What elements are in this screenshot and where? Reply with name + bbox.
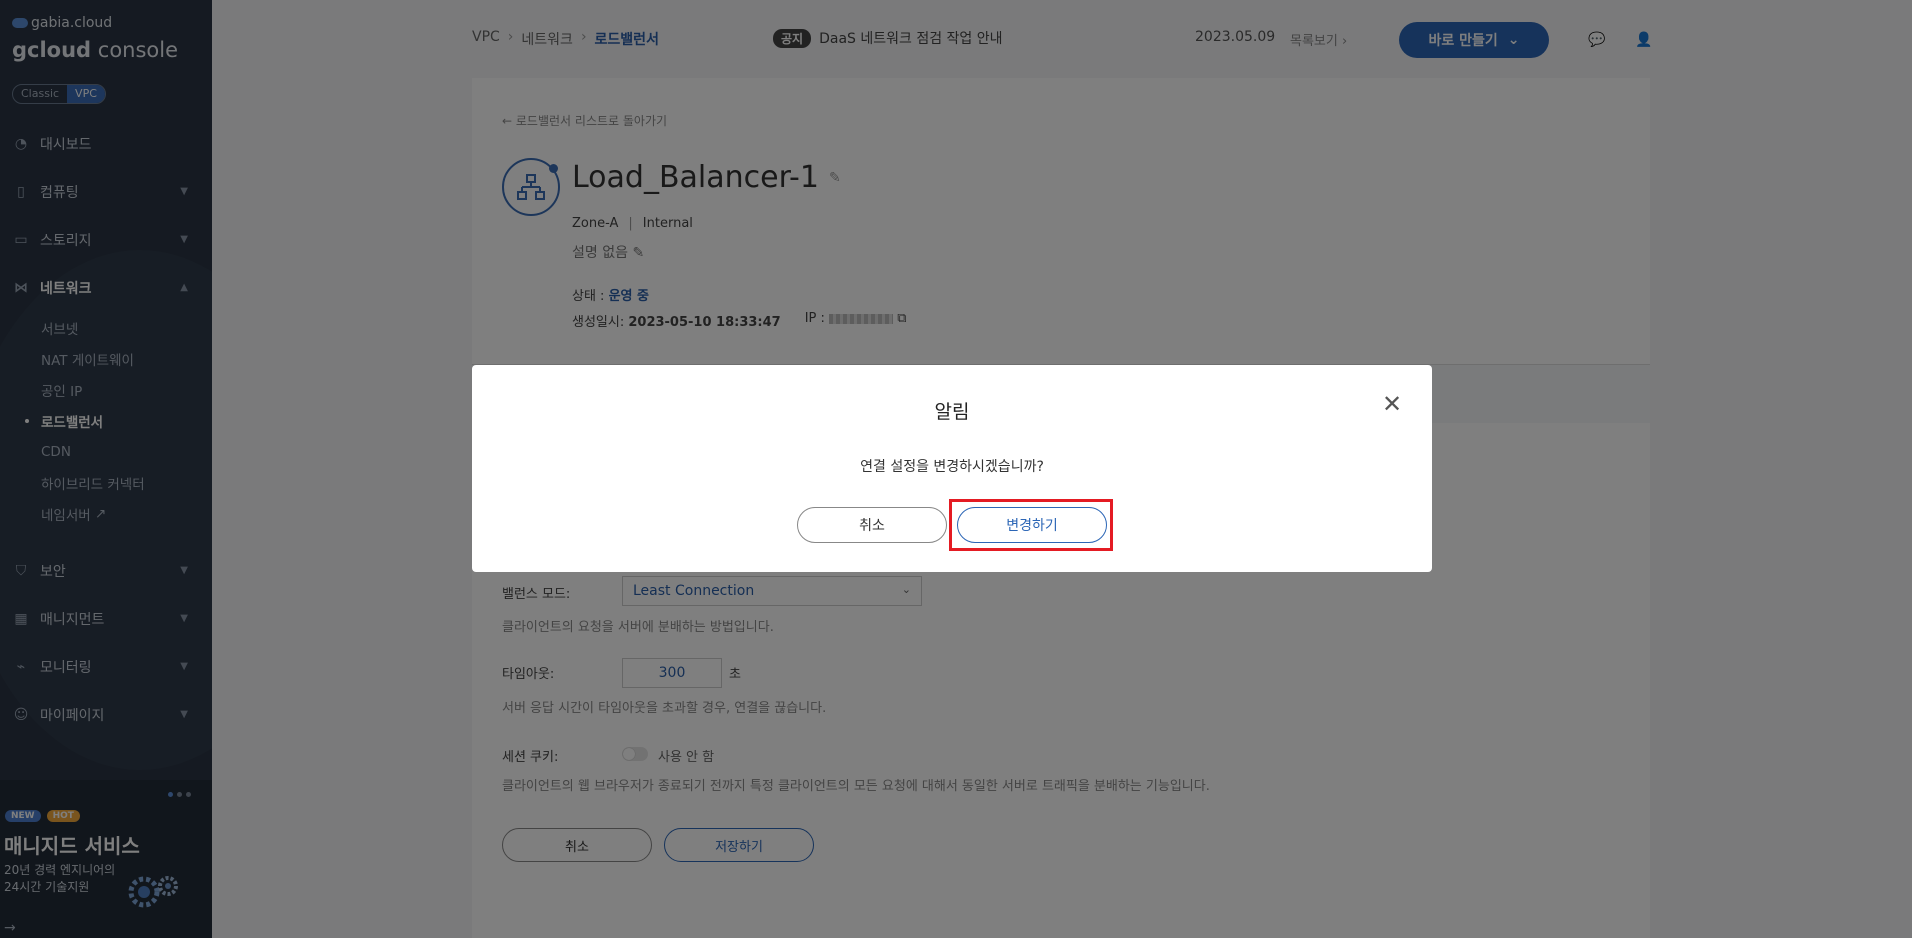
close-icon[interactable]: ✕: [1381, 392, 1403, 416]
highlight-box: [949, 499, 1113, 551]
confirm-dialog: 알림 ✕ 연결 설정을 변경하시겠습니까? 취소 변경하기: [472, 365, 1432, 572]
dialog-message: 연결 설정을 변경하시겠습니까?: [860, 459, 1044, 475]
dialog-cancel-button[interactable]: 취소: [797, 507, 947, 543]
dialog-title: 알림: [934, 401, 970, 423]
